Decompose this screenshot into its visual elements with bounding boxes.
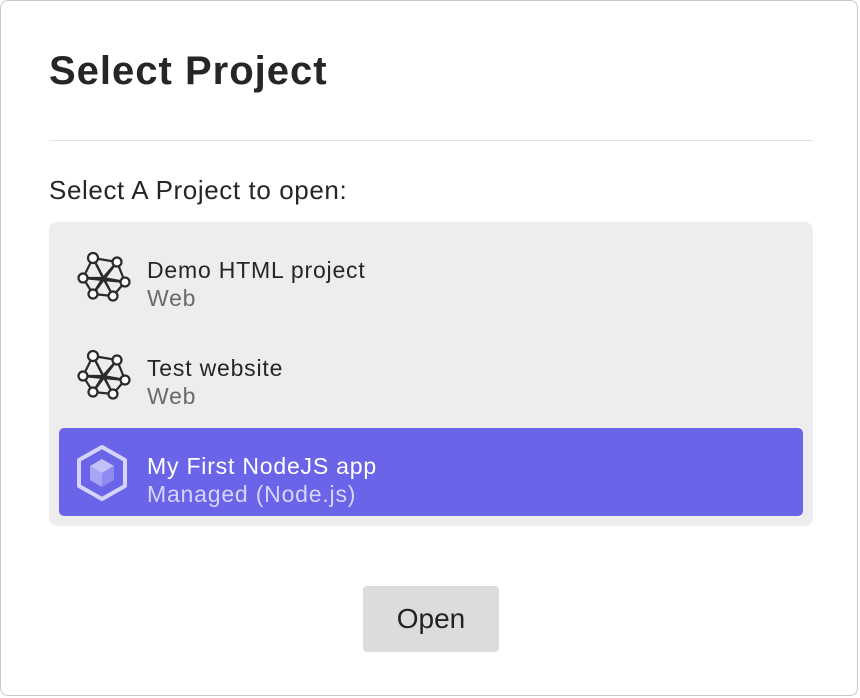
project-type: Web xyxy=(147,285,197,311)
nodejs-hexagon-icon xyxy=(77,445,127,501)
select-prompt-label: Select A Project to open: xyxy=(49,175,348,205)
project-name: My First NodeJS app xyxy=(147,453,377,479)
project-name: Test website xyxy=(147,355,284,381)
project-item-demo-html[interactable]: Demo HTML project Web xyxy=(59,232,803,320)
dialog-title: Select Project xyxy=(49,49,328,93)
divider xyxy=(49,140,813,141)
project-item-nodejs-app[interactable]: My First NodeJS app Managed (Node.js) xyxy=(59,428,803,516)
network-mesh-icon xyxy=(77,349,131,400)
open-button[interactable]: Open xyxy=(363,586,499,652)
project-name: Demo HTML project xyxy=(147,257,366,283)
project-type: Web xyxy=(147,383,197,409)
project-type: Managed (Node.js) xyxy=(147,481,357,507)
project-list: Demo HTML project Web Test website Web M… xyxy=(49,222,813,526)
select-project-dialog: Select Project Select A Project to open: xyxy=(0,0,858,696)
project-item-test-website[interactable]: Test website Web xyxy=(59,330,803,418)
network-mesh-icon xyxy=(77,251,131,302)
